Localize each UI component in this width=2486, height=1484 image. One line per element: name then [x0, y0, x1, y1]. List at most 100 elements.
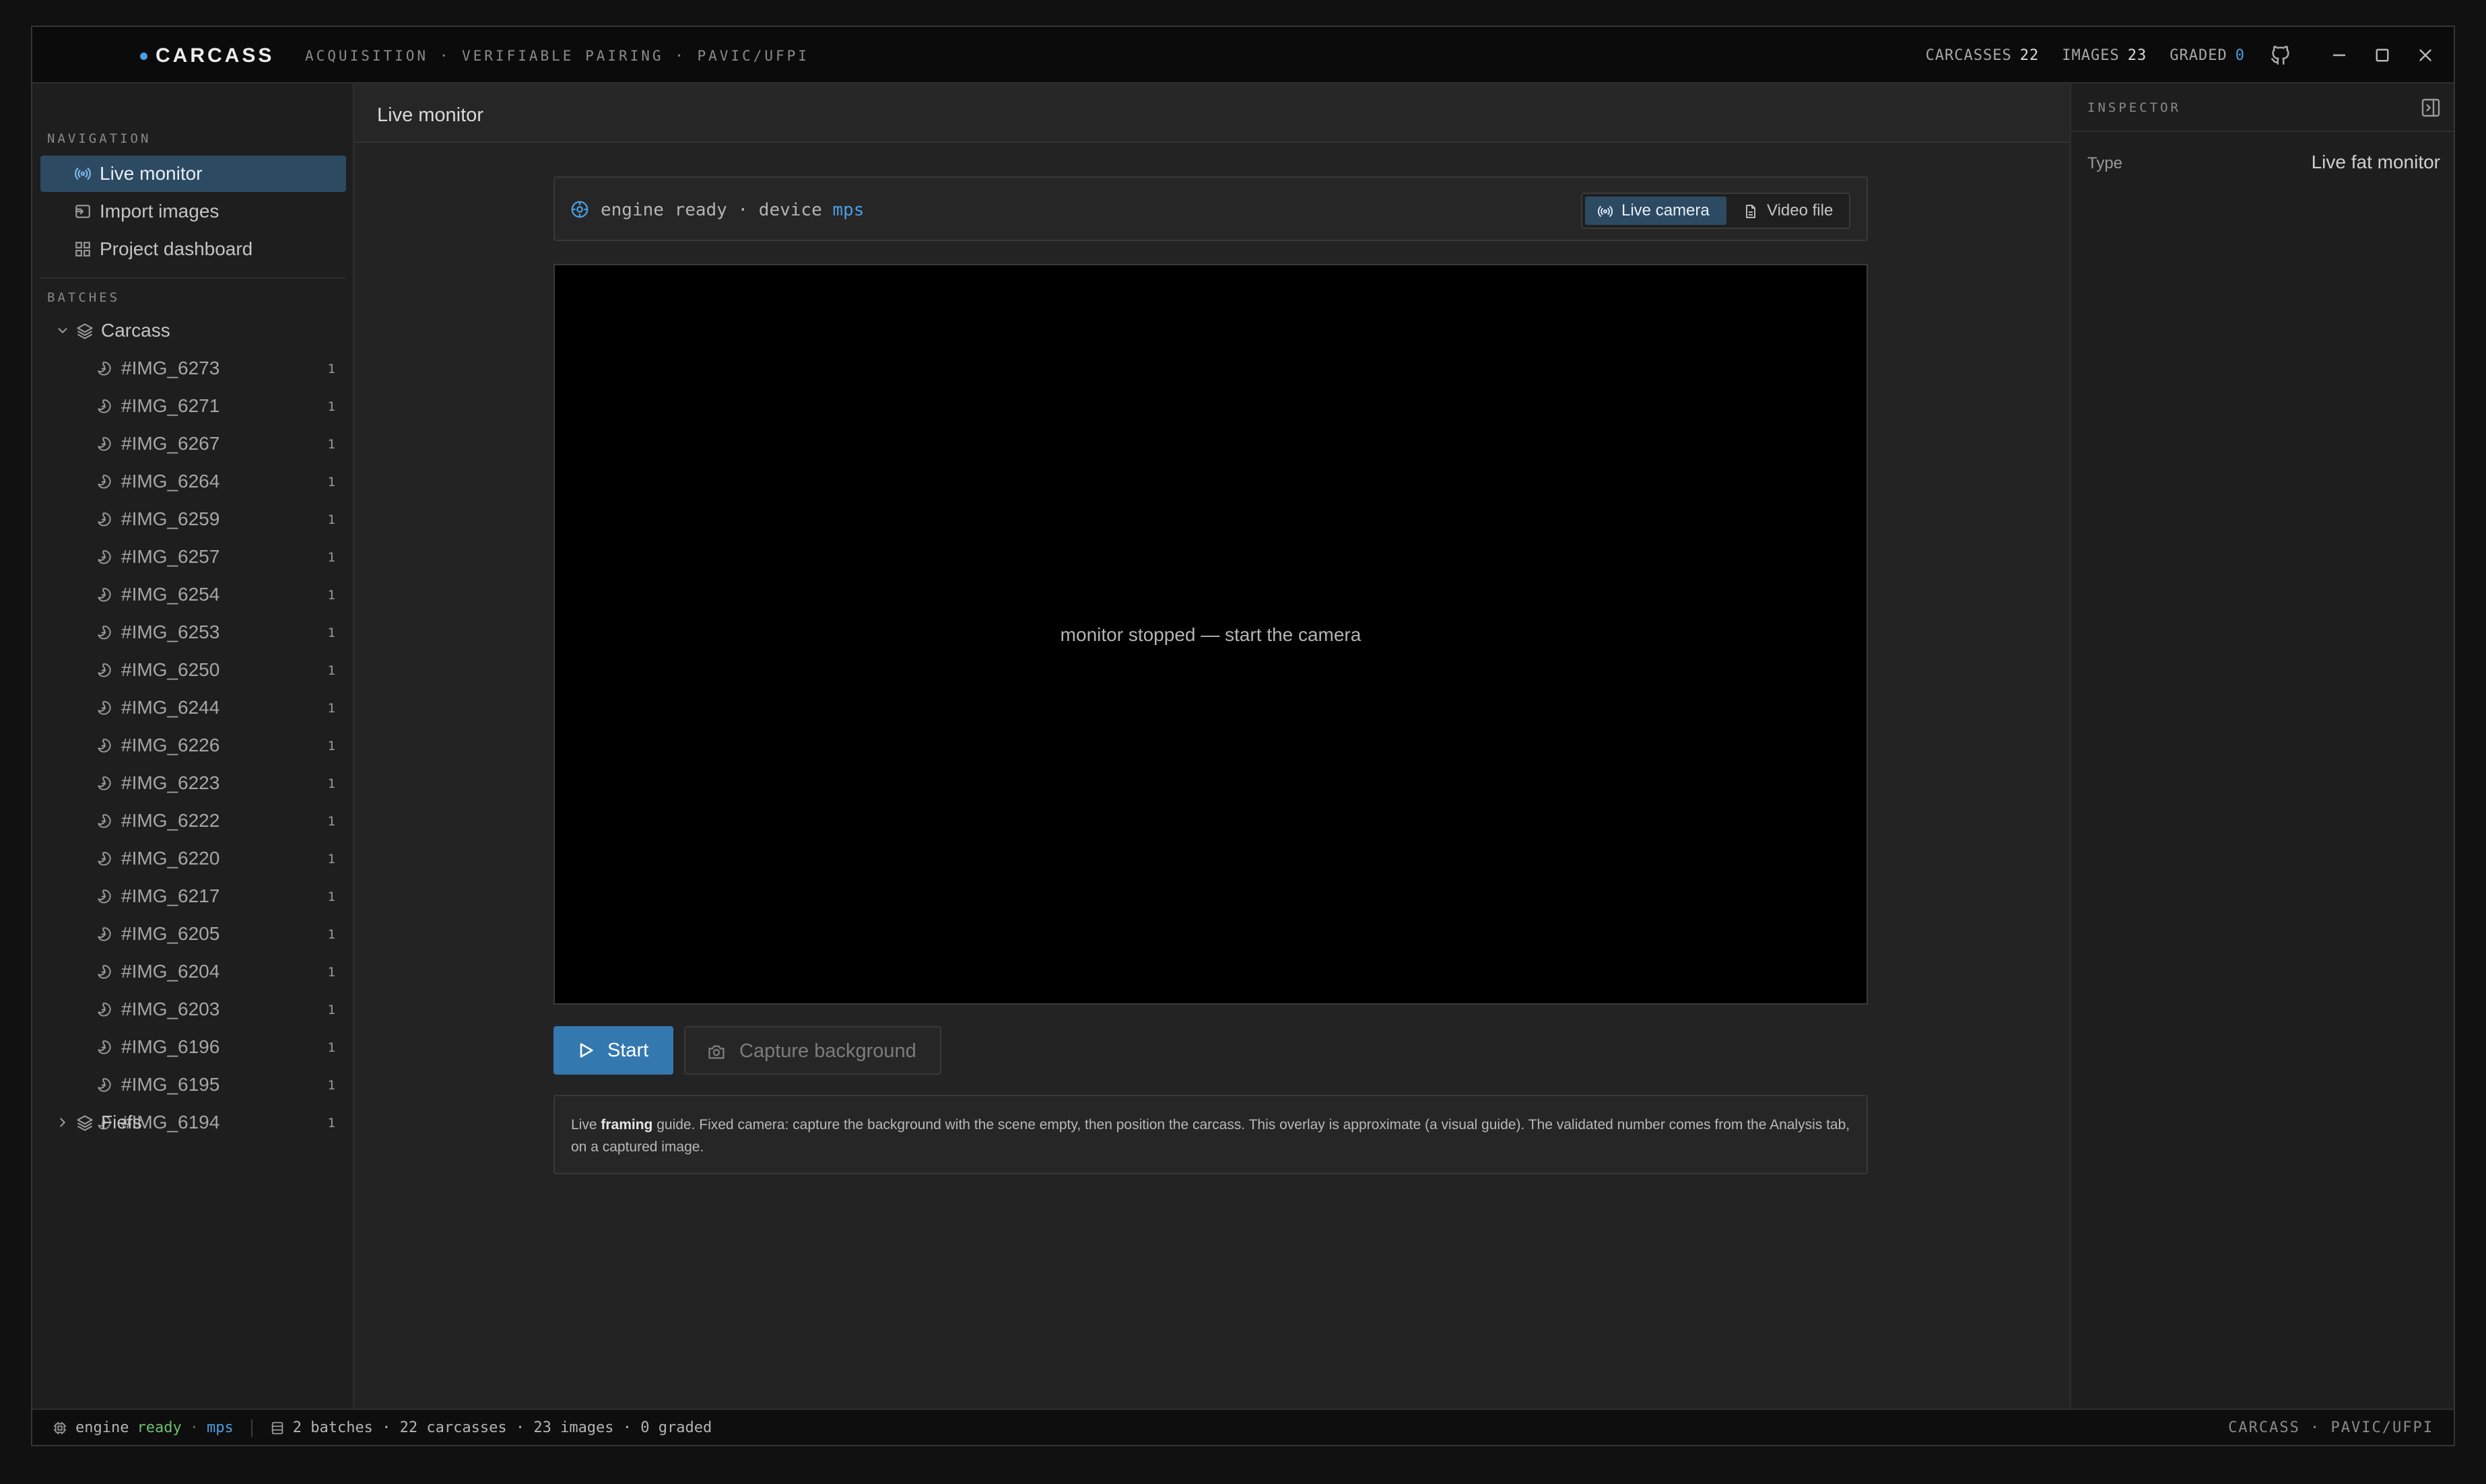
- image-label: #IMG_6259: [121, 508, 220, 529]
- image-label: #IMG_6217: [121, 885, 220, 906]
- image-label: #IMG_6222: [121, 810, 220, 831]
- engine-status-icon: [570, 199, 590, 220]
- nav-label: Project dashboard: [100, 238, 253, 259]
- batch-label: Fiefs: [101, 1112, 142, 1133]
- chevron-right-icon[interactable]: [55, 1115, 70, 1130]
- maximize-button[interactable]: [2370, 43, 2394, 67]
- image-list-item[interactable]: #IMG_6253 1: [40, 614, 346, 650]
- video-file-toggle[interactable]: Video file: [1731, 197, 1846, 225]
- status-engine-ready: ready: [137, 1419, 182, 1436]
- image-list-item[interactable]: #IMG_6204 1: [40, 953, 346, 990]
- page-title: Live monitor: [377, 104, 483, 126]
- image-label: #IMG_6205: [121, 923, 220, 944]
- image-list-item[interactable]: #IMG_6273 1: [40, 350, 346, 386]
- play-icon: [576, 1041, 595, 1060]
- status-bar: engine ready · mps 2 batches · 22 carcas…: [32, 1409, 2454, 1445]
- camera-icon: [707, 1042, 726, 1061]
- image-list-item[interactable]: #IMG_6205 1: [40, 916, 346, 952]
- image-label: #IMG_6204: [121, 961, 220, 982]
- inspector-type-value: Live fat monitor: [2311, 151, 2440, 172]
- meat-cut-icon: [96, 700, 113, 717]
- image-list-item[interactable]: #IMG_6217 1: [40, 878, 346, 914]
- image-count-badge: 1: [327, 701, 335, 716]
- image-label: #IMG_6273: [121, 358, 220, 378]
- meat-cut-icon: [96, 737, 113, 755]
- image-list-item[interactable]: #IMG_6223 1: [40, 765, 346, 801]
- start-button[interactable]: Start: [553, 1026, 673, 1075]
- image-count-badge: 1: [327, 852, 335, 867]
- image-list-item[interactable]: #IMG_6264 1: [40, 463, 346, 500]
- app-brand: CARCASS: [156, 44, 275, 67]
- image-list-item[interactable]: #IMG_6222 1: [40, 803, 346, 839]
- meat-cut-icon: [96, 888, 113, 906]
- image-list-item[interactable]: #IMG_6203 1: [40, 991, 346, 1027]
- status-device: mps: [206, 1419, 234, 1436]
- status-summary: 2 batches · 22 carcasses · 23 images · 0…: [292, 1419, 712, 1436]
- nav-project-dashboard[interactable]: Project dashboard: [40, 231, 346, 267]
- image-list-item[interactable]: #IMG_6267 1: [40, 426, 346, 462]
- image-list-item[interactable]: #IMG_6196 1: [40, 1029, 346, 1065]
- panel-toggle-icon[interactable]: [2420, 97, 2442, 119]
- nav-live-monitor[interactable]: Live monitor: [40, 156, 346, 192]
- image-list-item[interactable]: #IMG_6220 1: [40, 840, 346, 877]
- image-label: #IMG_6220: [121, 848, 220, 869]
- engine-chip-icon: [53, 1421, 67, 1436]
- image-count-badge: 1: [327, 1003, 335, 1017]
- meat-cut-icon: [96, 624, 113, 642]
- image-list-item[interactable]: #IMG_6271 1: [40, 388, 346, 424]
- inspector-panel: INSPECTOR Type Live fat monitor: [2070, 83, 2454, 1410]
- image-label: #IMG_6264: [121, 471, 220, 492]
- meat-cut-icon: [96, 1077, 113, 1094]
- image-label: #IMG_6226: [121, 735, 220, 755]
- image-list-item[interactable]: #IMG_6254 1: [40, 576, 346, 613]
- capture-background-button[interactable]: Capture background: [684, 1026, 941, 1075]
- dashboard-icon: [74, 240, 92, 258]
- image-count-badge: 1: [327, 437, 335, 452]
- image-count-badge: 1: [327, 512, 335, 527]
- sidebar-divider: [40, 277, 346, 279]
- image-list-item[interactable]: #IMG_6250 1: [40, 652, 346, 688]
- image-label: #IMG_6223: [121, 772, 220, 793]
- image-count-badge: 1: [327, 889, 335, 904]
- image-list-item[interactable]: #IMG_6226 1: [40, 727, 346, 764]
- image-count-badge: 1: [327, 399, 335, 414]
- image-label: #IMG_6244: [121, 697, 220, 718]
- inspector-header: INSPECTOR: [2071, 83, 2454, 132]
- meat-cut-icon: [96, 549, 113, 566]
- image-label: #IMG_6195: [121, 1074, 220, 1095]
- brand-dot: [140, 53, 147, 60]
- chevron-down-icon[interactable]: [55, 323, 70, 338]
- app-window: CARCASS ACQUISITION · VERIFIABLE PAIRING…: [31, 26, 2455, 1446]
- meat-cut-icon: [96, 662, 113, 679]
- image-list-item[interactable]: #IMG_6259 1: [40, 501, 346, 537]
- github-icon[interactable]: [2269, 44, 2292, 67]
- meat-cut-icon: [96, 1039, 113, 1056]
- live-camera-toggle[interactable]: Live camera: [1585, 197, 1726, 225]
- inspector-type-key: Type: [2087, 154, 2123, 172]
- main-header: Live monitor: [354, 83, 2070, 143]
- meat-cut-icon: [96, 436, 113, 453]
- minimize-button[interactable]: [2327, 43, 2351, 67]
- engine-device: mps: [832, 200, 865, 220]
- image-count-badge: 1: [327, 739, 335, 753]
- image-count-badge: 1: [327, 626, 335, 640]
- batch-fiefs[interactable]: Fiefs: [40, 1104, 346, 1141]
- batch-label: Carcass: [101, 320, 170, 341]
- image-count-badge: 1: [327, 475, 335, 490]
- image-label: #IMG_6250: [121, 659, 220, 680]
- image-count-badge: 1: [327, 588, 335, 603]
- stat-carcasses: CARCASSES 22: [1925, 47, 2040, 64]
- close-button[interactable]: [2413, 43, 2438, 67]
- meat-cut-icon: [96, 511, 113, 529]
- broadcast-icon: [74, 165, 92, 182]
- sidebar: NAVIGATION Live monitor Import images Pr…: [32, 83, 354, 1410]
- image-list-item[interactable]: #IMG_6257 1: [40, 539, 346, 575]
- database-icon: [270, 1421, 285, 1436]
- image-label: #IMG_6196: [121, 1036, 220, 1057]
- batch-carcass[interactable]: Carcass: [40, 312, 346, 349]
- image-list-item[interactable]: #IMG_6195 1: [40, 1067, 346, 1103]
- image-count-badge: 1: [327, 1078, 335, 1093]
- meat-cut-icon: [96, 360, 113, 378]
- nav-import-images[interactable]: Import images: [40, 193, 346, 230]
- image-list-item[interactable]: #IMG_6244 1: [40, 689, 346, 726]
